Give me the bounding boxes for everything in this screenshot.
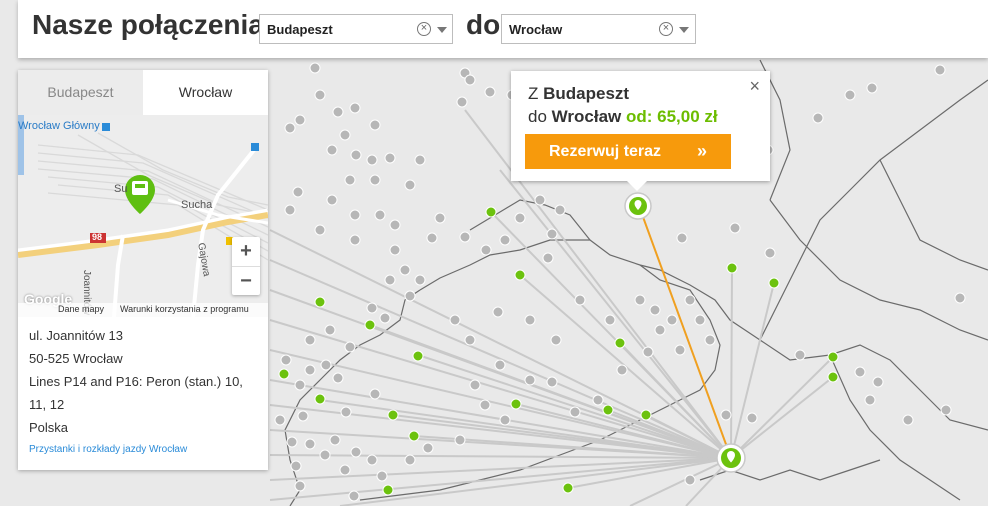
station-minimap[interactable]: Wrocław Główny Su Sucha 98 Joannitów Gaj… — [18, 115, 268, 317]
double-chevron-right-icon: » — [696, 141, 707, 161]
station-panel: Budapeszt Wrocław Wrocław Główny Su Such… — [18, 70, 268, 470]
tab-budapeszt[interactable]: Budapeszt — [18, 70, 143, 115]
terms-link[interactable]: Warunki korzystania z programu — [120, 304, 249, 314]
book-now-button[interactable]: Rezerwuj teraz » — [525, 134, 731, 169]
zoom-controls: + − — [232, 237, 260, 295]
timetable-link[interactable]: Przystanki i rozkłady jazdy Wrocław — [29, 444, 187, 455]
chevron-down-icon[interactable] — [437, 27, 447, 33]
address-platforms: Lines P14 and P16: Peron (stan.) 10, 11,… — [29, 374, 243, 412]
station-label: Wrocław Główny — [18, 120, 100, 132]
destination-pin-icon[interactable] — [624, 192, 652, 220]
popup-origin: Budapeszt — [543, 84, 630, 103]
connector-label: do — [466, 9, 501, 40]
zoom-out-button[interactable]: − — [232, 267, 260, 296]
to-select-value: Wrocław — [509, 22, 563, 37]
page-title: Nasze połączenia z — [32, 9, 286, 40]
zoom-in-button[interactable]: + — [232, 237, 260, 266]
tab-wroclaw[interactable]: Wrocław — [143, 70, 268, 115]
street-label: Sucha — [181, 199, 213, 211]
book-now-label: Rezerwuj teraz — [549, 143, 662, 160]
search-bar: Nasze połączenia z Budapeszt × do Wrocła… — [18, 0, 988, 58]
address-street: ul. Joannitów 13 — [29, 328, 123, 343]
from-select-value: Budapeszt — [267, 22, 333, 37]
origin-pin-icon[interactable] — [716, 443, 746, 473]
address-country: Polska — [29, 420, 69, 435]
popup-destination-line: do Wrocław od: 65,00 zł — [528, 107, 718, 127]
clear-to-icon[interactable]: × — [659, 22, 673, 36]
to-select[interactable]: Wrocław × — [501, 14, 696, 44]
route-popup: × Z Budapeszt do Wrocław od: 65,00 zł Re… — [511, 71, 770, 191]
popup-price: od: 65,00 zł — [625, 107, 718, 126]
station-tabs: Budapeszt Wrocław — [18, 70, 268, 115]
clear-from-icon[interactable]: × — [417, 22, 431, 36]
close-icon[interactable]: × — [749, 76, 760, 97]
station-address: ul. Joannitów 13 50-525 Wrocław Lines P1… — [29, 324, 261, 439]
street-label: Su — [114, 183, 128, 195]
popup-destination: Wrocław — [551, 107, 622, 126]
road-number: 98 — [92, 232, 103, 242]
map-attribution: Dane mapy Warunki korzystania z programu — [18, 303, 268, 317]
map-data-link[interactable]: Dane mapy — [58, 304, 104, 314]
from-select[interactable]: Budapeszt × — [259, 14, 453, 44]
popup-do-label: do — [528, 107, 547, 126]
popup-z-label: Z — [528, 84, 539, 103]
popup-origin-line: Z Budapeszt — [528, 84, 629, 104]
address-city: 50-525 Wrocław — [29, 351, 123, 366]
chevron-down-icon[interactable] — [679, 27, 689, 33]
popup-tail — [627, 181, 647, 191]
minimap-canvas — [18, 115, 268, 317]
